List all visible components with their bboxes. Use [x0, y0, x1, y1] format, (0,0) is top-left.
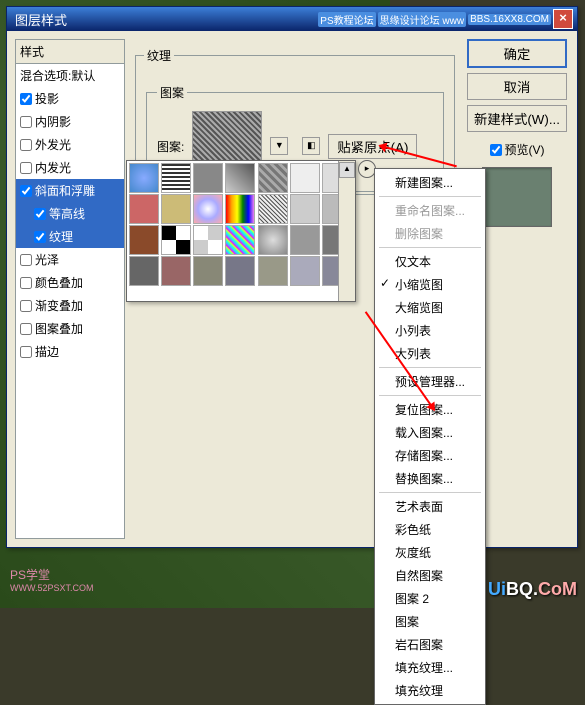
pattern-swatch[interactable] — [129, 163, 159, 193]
menu-art-surfaces[interactable]: 艺术表面 — [375, 495, 485, 518]
pattern-swatch[interactable] — [258, 194, 288, 224]
pattern-swatch[interactable] — [225, 194, 255, 224]
pattern-legend: 图案 — [157, 84, 187, 101]
pattern-swatch[interactable] — [193, 194, 223, 224]
cancel-button[interactable]: 取消 — [467, 73, 567, 100]
stroke-item[interactable]: 描边 — [16, 340, 124, 363]
menu-delete: 删除图案 — [375, 222, 485, 245]
pattern-swatch[interactable] — [129, 225, 159, 255]
snap-origin-button[interactable]: 贴紧原点(A) — [328, 134, 417, 159]
styles-header: 样式 — [16, 40, 124, 64]
new-preset-icon[interactable]: ◧ — [302, 137, 320, 155]
menu-gray-paper[interactable]: 灰度纸 — [375, 541, 485, 564]
pattern-swatch[interactable] — [193, 163, 223, 193]
pattern-dropdown-icon[interactable]: ▼ — [270, 137, 288, 155]
menu-rock[interactable]: 岩石图案 — [375, 633, 485, 656]
menu-reset[interactable]: 复位图案... — [375, 398, 485, 421]
menu-save[interactable]: 存储图案... — [375, 444, 485, 467]
menu-text-only[interactable]: 仅文本 — [375, 250, 485, 273]
pattern-label: 图案: — [157, 138, 184, 155]
titlebar[interactable]: 图层样式 PS教程论坛 思缘设计论坛 www BBS.16XX8.COM × — [7, 7, 577, 31]
contour-item[interactable]: 等高线 — [16, 202, 124, 225]
pattern-swatch[interactable] — [193, 256, 223, 286]
satin-item[interactable]: 光泽 — [16, 248, 124, 271]
pattern-swatch[interactable] — [290, 163, 320, 193]
menu-large-list[interactable]: 大列表 — [375, 342, 485, 365]
pattern-swatch[interactable] — [161, 256, 191, 286]
pattern-swatch[interactable] — [161, 225, 191, 255]
scroll-up-icon: ▲ — [339, 162, 355, 178]
pattern-swatch[interactable] — [161, 194, 191, 224]
pattern-swatch[interactable] — [129, 194, 159, 224]
pattern-swatch[interactable] — [225, 225, 255, 255]
preview-checkbox[interactable] — [490, 144, 502, 156]
menu-small-list[interactable]: 小列表 — [375, 319, 485, 342]
new-style-button[interactable]: 新建样式(W)... — [467, 105, 567, 132]
drop-shadow-item[interactable]: 投影 — [16, 87, 124, 110]
titlebar-badges: PS教程论坛 思缘设计论坛 www BBS.16XX8.COM × — [318, 9, 573, 29]
menu-patterns2[interactable]: 图案 2 — [375, 587, 485, 610]
gradient-overlay-item[interactable]: 渐变叠加 — [16, 294, 124, 317]
menu-nature[interactable]: 自然图案 — [375, 564, 485, 587]
pattern-picker: ▲ — [126, 160, 356, 302]
inner-glow-item[interactable]: 内发光 — [16, 156, 124, 179]
bevel-emboss-item[interactable]: 斜面和浮雕 — [16, 179, 124, 202]
badge: PS教程论坛 — [318, 12, 375, 27]
close-icon[interactable]: × — [553, 9, 573, 29]
outer-glow-item[interactable]: 外发光 — [16, 133, 124, 156]
pattern-swatch[interactable] — [258, 225, 288, 255]
ok-button[interactable]: 确定 — [467, 39, 567, 68]
menu-color-paper[interactable]: 彩色纸 — [375, 518, 485, 541]
pattern-swatch[interactable] — [225, 256, 255, 286]
texture-legend: 纹理 — [144, 47, 174, 64]
pattern-swatch[interactable] — [193, 225, 223, 255]
pattern-context-menu: 新建图案... 重命名图案... 删除图案 仅文本 小缩览图 大缩览图 小列表 … — [374, 168, 486, 705]
dialog-title: 图层样式 — [15, 10, 67, 29]
menu-fill-texture2[interactable]: 填充纹理 — [375, 679, 485, 702]
watermark: UiBQ.CoM — [488, 579, 577, 600]
pattern-overlay-item[interactable]: 图案叠加 — [16, 317, 124, 340]
texture-item[interactable]: 纹理 — [16, 225, 124, 248]
pattern-swatch[interactable] — [290, 256, 320, 286]
menu-new-pattern[interactable]: 新建图案... — [375, 171, 485, 194]
menu-rename: 重命名图案... — [375, 199, 485, 222]
picker-scrollbar[interactable]: ▲ — [338, 161, 355, 301]
menu-load[interactable]: 载入图案... — [375, 421, 485, 444]
pattern-swatch[interactable] — [258, 163, 288, 193]
blend-options-item[interactable]: 混合选项:默认 — [16, 64, 124, 87]
menu-replace[interactable]: 替换图案... — [375, 467, 485, 490]
pattern-swatch[interactable] — [290, 225, 320, 255]
menu-small-thumb[interactable]: 小缩览图 — [375, 273, 485, 296]
preview-label: 预览(V) — [505, 141, 545, 158]
ps-badge: PS学堂 WWW.52PSXT.COM — [10, 566, 94, 593]
pattern-swatch[interactable] — [225, 163, 255, 193]
menu-large-thumb[interactable]: 大缩览图 — [375, 296, 485, 319]
pattern-swatch[interactable] — [258, 256, 288, 286]
color-overlay-item[interactable]: 颜色叠加 — [16, 271, 124, 294]
pattern-swatch[interactable] — [161, 163, 191, 193]
pattern-swatch[interactable] — [129, 256, 159, 286]
pattern-swatch[interactable] — [290, 194, 320, 224]
styles-list: 样式 混合选项:默认 投影 内阴影 外发光 内发光 斜面和浮雕 等高线 纹理 光… — [15, 39, 125, 539]
menu-fill-texture[interactable]: 填充纹理... — [375, 656, 485, 679]
menu-preset-manager[interactable]: 预设管理器... — [375, 370, 485, 393]
badge: 思缘设计论坛 www — [378, 12, 466, 27]
inner-shadow-item[interactable]: 内阴影 — [16, 110, 124, 133]
preview-thumbnail — [482, 167, 552, 227]
badge: BBS.16XX8.COM — [468, 14, 551, 25]
menu-patterns[interactable]: 图案 — [375, 610, 485, 633]
